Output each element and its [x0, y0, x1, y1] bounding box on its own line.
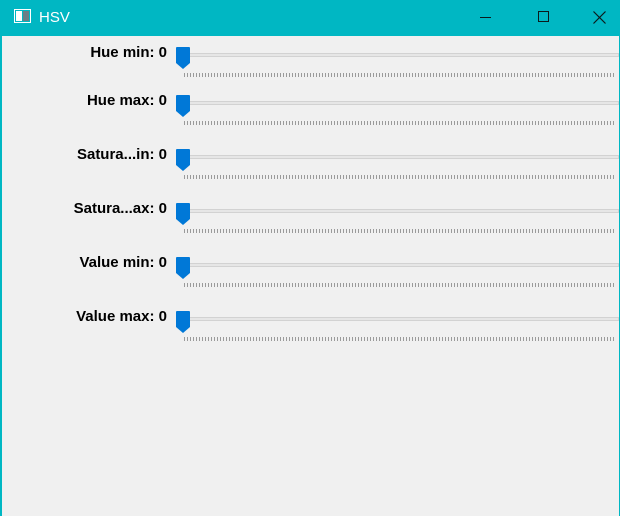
slider-ticks: [184, 229, 615, 233]
slider-track[interactable]: [177, 263, 619, 267]
slider-thumb[interactable]: [175, 94, 191, 118]
trackbar-row-saturation-max: Satura...ax: 0: [4, 196, 620, 250]
slider-thumb[interactable]: [175, 202, 191, 226]
slider-ticks: [184, 175, 615, 179]
window-title: HSV: [39, 9, 70, 26]
maximize-button[interactable]: [520, 0, 566, 36]
slider-thumb[interactable]: [175, 148, 191, 172]
slider-ticks: [184, 121, 615, 125]
slider-thumb[interactable]: [175, 256, 191, 280]
trackbar-value-max[interactable]: [175, 304, 620, 344]
trackbar-label-hue-min: Hue min: 0: [90, 44, 167, 61]
slider-track[interactable]: [177, 53, 619, 57]
app-window-icon: [14, 9, 31, 23]
slider-ticks: [184, 283, 615, 287]
trackbar-row-hue-max: Hue max: 0: [4, 88, 620, 142]
slider-ticks: [184, 337, 615, 341]
app-icon-pane-left: [16, 11, 22, 21]
trackbar-hue-min[interactable]: [175, 40, 620, 80]
trackbar-saturation-min[interactable]: [175, 142, 620, 182]
trackbar-label-saturation-min: Satura...in: 0: [76, 146, 167, 163]
trackbar-row-saturation-min: Satura...in: 0: [4, 142, 620, 196]
slider-thumb[interactable]: [175, 310, 191, 334]
hsv-window: HSV Hue min: 0 Hue max: 0 Satura...in: 0…: [0, 0, 620, 516]
slider-track[interactable]: [177, 101, 619, 105]
app-icon-pane-right: [23, 11, 29, 21]
slider-ticks: [184, 73, 615, 77]
slider-track[interactable]: [177, 209, 619, 213]
close-button[interactable]: [576, 0, 620, 36]
trackbar-label-hue-max: Hue max: 0: [86, 92, 167, 109]
trackbar-label-saturation-max: Satura...ax: 0: [73, 200, 167, 217]
slider-track[interactable]: [177, 155, 619, 159]
slider-thumb[interactable]: [175, 46, 191, 70]
slider-track[interactable]: [177, 317, 619, 321]
title-bar[interactable]: HSV: [2, 0, 620, 36]
minimize-icon: [480, 17, 491, 18]
close-icon: [593, 11, 606, 24]
trackbar-label-value-max: Value max: 0: [76, 308, 167, 325]
trackbar-panel: Hue min: 0 Hue max: 0 Satura...in: 0 Sat…: [4, 36, 620, 516]
trackbar-hue-max[interactable]: [175, 88, 620, 128]
trackbar-label-value-min: Value min: 0: [79, 254, 167, 271]
trackbar-saturation-max[interactable]: [175, 196, 620, 236]
trackbar-row-value-max: Value max: 0: [4, 304, 620, 358]
trackbar-row-hue-min: Hue min: 0: [4, 40, 620, 94]
minimize-button[interactable]: [462, 0, 508, 36]
maximize-icon: [538, 11, 549, 22]
trackbar-value-min[interactable]: [175, 250, 620, 290]
trackbar-row-value-min: Value min: 0: [4, 250, 620, 304]
